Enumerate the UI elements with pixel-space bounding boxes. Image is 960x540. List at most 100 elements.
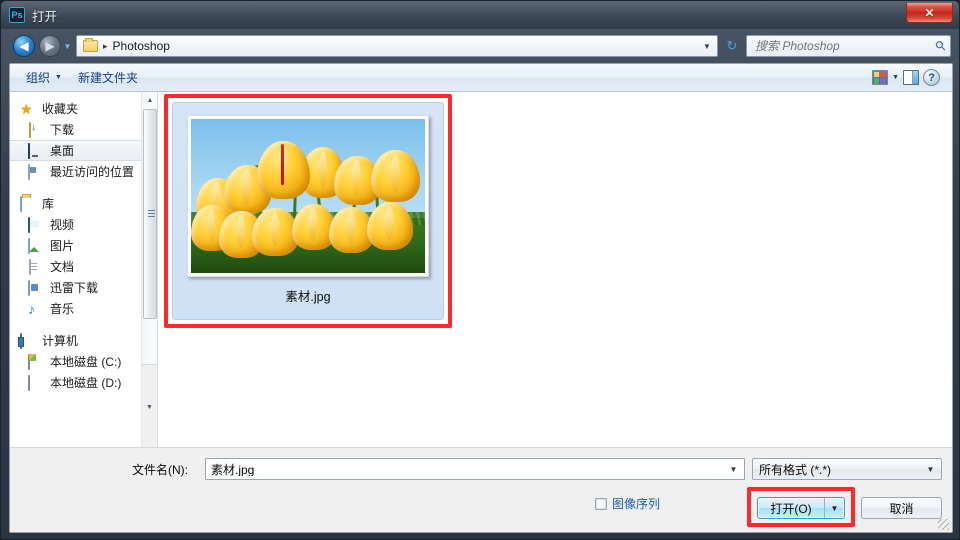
- sidebar-item-label: 最近访问的位置: [50, 165, 135, 179]
- help-icon[interactable]: ?: [923, 69, 940, 86]
- dialog-client-area: 组织 ▼ 新建文件夹 ▼ ? ★ 收藏夹 ↓ 下载 桌面 最近访问的位置 库 视…: [9, 63, 953, 533]
- yellow-tulips-photo: [191, 119, 425, 273]
- sidebar-item-label: 音乐: [50, 302, 75, 316]
- pictures-icon: [28, 237, 44, 254]
- videos-icon: [28, 216, 44, 233]
- new-folder-label: 新建文件夹: [77, 71, 138, 85]
- sidebar-item-drive-d[interactable]: 本地磁盘 (D:): [10, 372, 157, 393]
- file-list-pane[interactable]: 素材.jpg: [158, 92, 952, 449]
- sidebar-group-favorites[interactable]: ★ 收藏夹: [10, 98, 157, 119]
- footer-row-actions: 图像序列 打开(O) ▼ 取消: [10, 487, 952, 527]
- breadcrumb-separator: ▸: [103, 40, 108, 51]
- system-drive-icon: [28, 353, 44, 370]
- photoshop-icon: Ps: [9, 7, 25, 23]
- filetype-value: 所有格式 (*.*): [759, 462, 832, 477]
- sidebar-item-label: 迅雷下载: [50, 281, 99, 295]
- refresh-icon[interactable]: ↻: [721, 35, 743, 57]
- dialog-footer: 文件名(N): ▼ 所有格式 (*.*) ▼ 图像序列 打开(O) ▼: [10, 447, 952, 532]
- sidebar-item-desktop[interactable]: 桌面: [10, 140, 157, 161]
- sidebar-group-label: 库: [42, 197, 55, 211]
- sidebar-item-label: 本地磁盘 (D:): [50, 376, 122, 390]
- image-sequence-label: 图像序列: [612, 497, 661, 511]
- documents-icon: [28, 258, 44, 275]
- search-box[interactable]: ⚲: [746, 35, 951, 57]
- dialog-body: ★ 收藏夹 下载 桌面 最近访问的位置: [10, 92, 952, 449]
- scroll-down-icon[interactable]: ▼: [142, 364, 157, 449]
- window-title: 打开: [32, 9, 58, 24]
- filename-input[interactable]: [211, 462, 725, 476]
- open-chevron-down-icon[interactable]: ▼: [824, 498, 844, 518]
- title-bar: Ps 打开 ✕: [1, 1, 959, 29]
- resize-grip-icon[interactable]: [938, 519, 949, 530]
- sidebar-scrollbar[interactable]: ▲ ▼: [141, 92, 157, 449]
- sidebar-item-thunder-download[interactable]: 迅雷下载: [10, 277, 157, 298]
- new-folder-button[interactable]: 新建文件夹: [70, 66, 146, 89]
- filename-label: 文件名(N):: [132, 462, 188, 477]
- music-icon: ♪: [28, 300, 35, 317]
- search-input[interactable]: [755, 39, 937, 53]
- star-icon: ★: [20, 100, 33, 117]
- command-bar: 组织 ▼ 新建文件夹 ▼ ?: [10, 64, 952, 92]
- forward-button[interactable]: ▶: [39, 35, 61, 57]
- sidebar-item-label: 文档: [50, 260, 75, 274]
- sidebar-group-label: 计算机: [42, 334, 79, 348]
- chevron-down-icon: ▼: [55, 74, 62, 81]
- sidebar-group-computer[interactable]: 计算机: [10, 330, 157, 351]
- sidebar-item-label: 图片: [50, 239, 75, 253]
- filename-combobox[interactable]: ▼: [205, 458, 745, 480]
- library-icon: [20, 195, 36, 212]
- open-file-dialog-window: Ps 打开 ✕ ◀ ▶ ▼ ▸ Photoshop ▼ ↻ ⚲ 组织 ▼ 新建: [0, 0, 960, 540]
- filetype-chevron-down-icon: ▼: [926, 464, 935, 474]
- scroll-up-icon[interactable]: ▲: [142, 92, 157, 108]
- footer-row-filename: 文件名(N): ▼ 所有格式 (*.*) ▼: [10, 458, 952, 480]
- organize-button[interactable]: 组织 ▼: [18, 66, 70, 89]
- drive-icon: [28, 374, 44, 391]
- address-bar[interactable]: ▸ Photoshop ▼: [76, 35, 718, 57]
- sidebar-item-label: 桌面: [50, 144, 75, 158]
- sidebar-item-drive-c[interactable]: 本地磁盘 (C:): [10, 351, 157, 372]
- open-button-label: 打开(O): [770, 501, 812, 516]
- view-mode-icon[interactable]: [872, 70, 889, 85]
- organize-label: 组织: [26, 71, 51, 85]
- file-name-label: 素材.jpg: [285, 290, 331, 304]
- breadcrumb-current: Photoshop: [112, 39, 170, 53]
- view-mode-chevron-down-icon[interactable]: ▼: [892, 74, 899, 81]
- recent-locations-icon[interactable]: ▼: [61, 35, 74, 57]
- sidebar-item-videos[interactable]: 视频: [10, 214, 157, 235]
- checkbox-box[interactable]: [595, 497, 607, 510]
- sidebar-item-label: 视频: [50, 218, 75, 232]
- thumbnail-frame: [187, 115, 429, 277]
- desktop-icon: [28, 142, 44, 159]
- back-button[interactable]: ◀: [13, 35, 35, 57]
- image-sequence-checkbox[interactable]: 图像序列: [595, 495, 660, 512]
- sidebar-item-label: 本地磁盘 (C:): [50, 355, 122, 369]
- sidebar-item-documents[interactable]: 文档: [10, 256, 157, 277]
- thunder-download-icon: [28, 279, 44, 296]
- close-button[interactable]: ✕: [906, 3, 953, 23]
- open-button[interactable]: 打开(O) ▼: [757, 497, 845, 519]
- sidebar-group-label: 收藏夹: [42, 102, 79, 116]
- navigation-pane: ★ 收藏夹 下载 桌面 最近访问的位置: [10, 92, 158, 449]
- command-bar-right: ▼ ?: [872, 69, 944, 86]
- folder-icon: [83, 38, 98, 52]
- sidebar-item-label: 下载: [50, 123, 75, 137]
- cancel-button[interactable]: 取消: [861, 497, 942, 519]
- sidebar-group-libraries[interactable]: 库: [10, 193, 157, 214]
- scrollbar-thumb[interactable]: [143, 109, 157, 319]
- sidebar-item-pictures[interactable]: 图片: [10, 235, 157, 256]
- sidebar-item-music[interactable]: ♪ 音乐: [10, 298, 157, 319]
- address-dropdown-icon[interactable]: ▼: [699, 36, 715, 56]
- recent-places-icon: [28, 163, 44, 180]
- list-item[interactable]: 素材.jpg: [172, 102, 444, 320]
- sidebar-item-recent-places[interactable]: 最近访问的位置: [10, 161, 157, 182]
- scrollbar-grip-icon: [148, 210, 155, 218]
- preview-pane-icon[interactable]: [903, 70, 919, 85]
- navigation-bar: ◀ ▶ ▼ ▸ Photoshop ▼ ↻ ⚲: [1, 29, 959, 63]
- filetype-dropdown[interactable]: 所有格式 (*.*) ▼: [752, 458, 942, 480]
- downloads-icon: [28, 121, 44, 138]
- computer-icon: [20, 332, 36, 349]
- sidebar-item-downloads[interactable]: 下载: [10, 119, 157, 140]
- filename-chevron-down-icon[interactable]: ▼: [725, 465, 742, 474]
